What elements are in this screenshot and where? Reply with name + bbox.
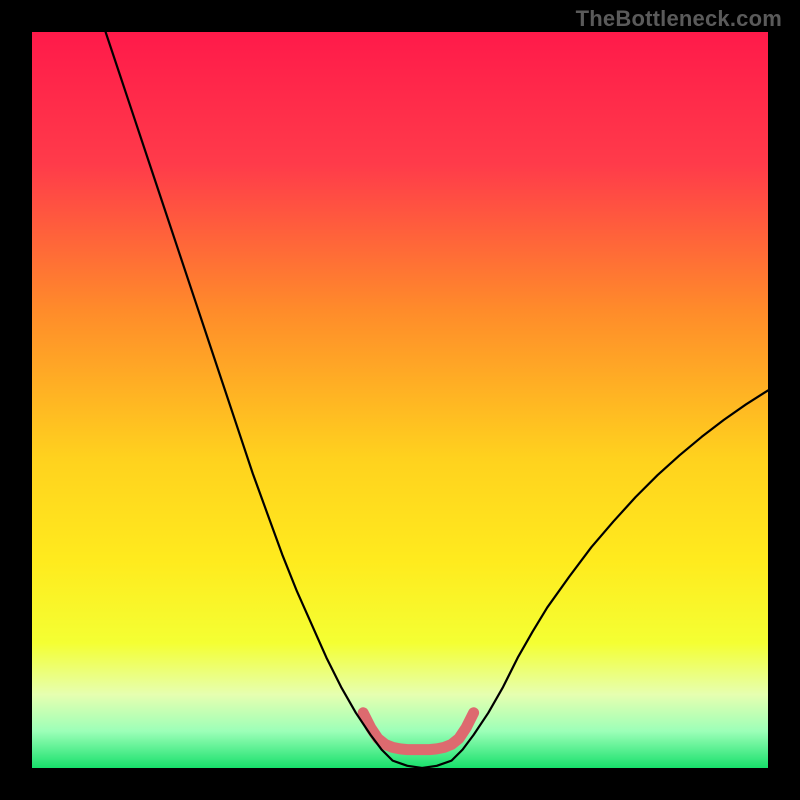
chart-frame: TheBottleneck.com <box>0 0 800 800</box>
bottleneck-chart <box>32 32 768 768</box>
watermark-text: TheBottleneck.com <box>576 6 782 32</box>
plot-area <box>32 32 768 768</box>
